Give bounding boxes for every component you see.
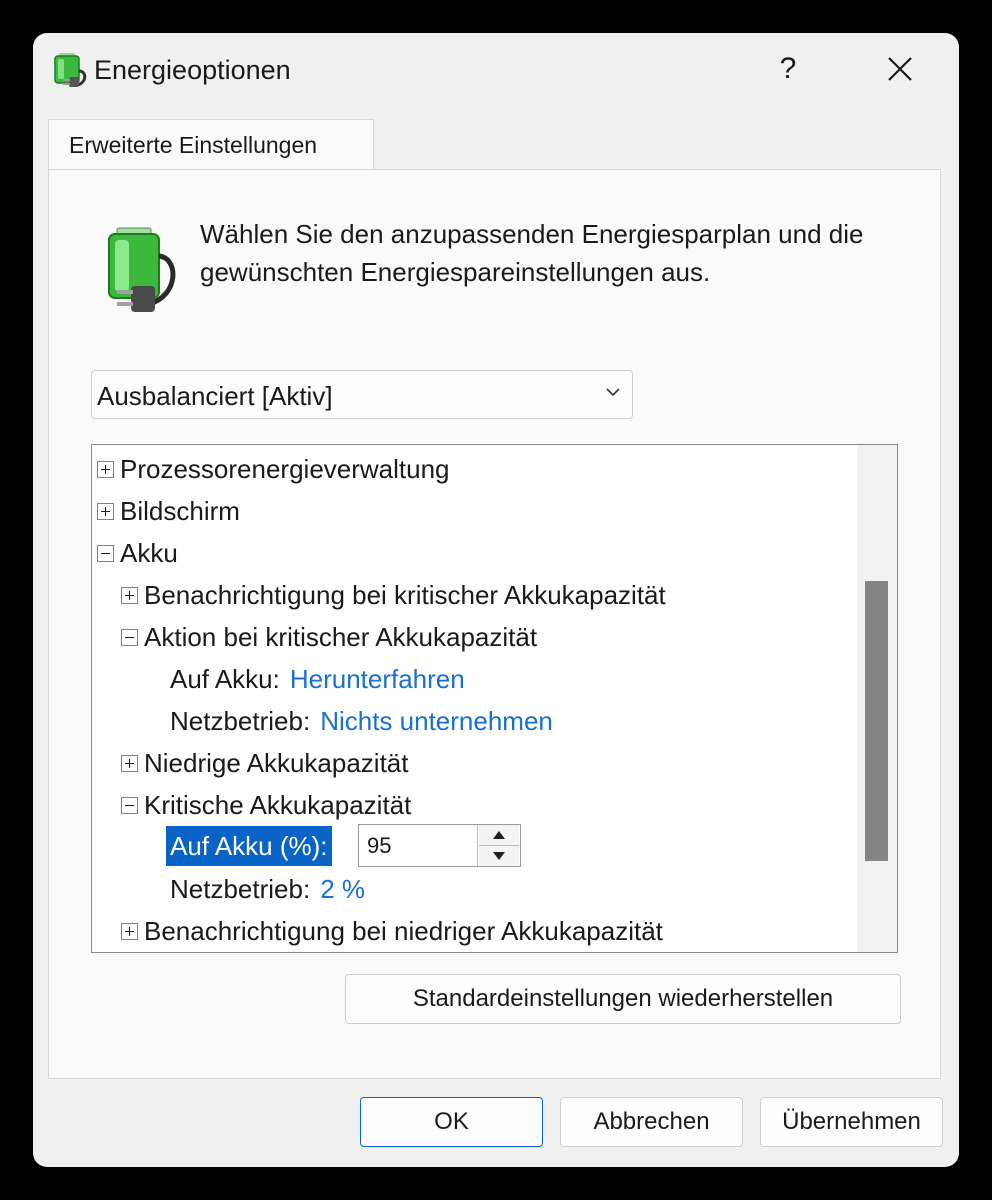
tree-item-low-notification[interactable]: Benachrichtigung bei niedriger Akkukapaz… — [121, 911, 663, 951]
setting-row-on-battery-action: Auf Akku: Herunterfahren — [170, 659, 465, 699]
collapse-icon[interactable] — [121, 628, 138, 646]
setting-label: Netzbetrieb: — [170, 705, 311, 736]
apply-button[interactable]: Übernehmen — [760, 1097, 943, 1147]
triangle-up-icon — [493, 831, 505, 839]
collapse-icon[interactable] — [97, 544, 114, 562]
chevron-down-icon — [606, 388, 620, 397]
setting-row-plugged-in-action: Netzbetrieb: Nichts unternehmen — [170, 701, 553, 741]
tree-item-processor[interactable]: Prozessorenergieverwaltung — [97, 449, 450, 489]
setting-value-link[interactable]: 2 % — [320, 874, 365, 905]
tree-item-label: Benachrichtigung bei niedriger Akkukapaz… — [144, 915, 663, 946]
title-bar: Energieoptionen ? — [33, 33, 959, 107]
settings-tree[interactable]: Prozessorenergieverwaltung Bildschirm Ak… — [91, 444, 898, 953]
expand-icon[interactable] — [121, 586, 138, 604]
restore-defaults-button[interactable]: Standardeinstellungen wiederherstellen — [345, 974, 901, 1024]
tree-item-critical-notification[interactable]: Benachrichtigung bei kritischer Akkukapa… — [121, 575, 666, 615]
tree-item-battery[interactable]: Akku — [97, 533, 178, 573]
spinner-down-button[interactable] — [479, 846, 519, 866]
collapse-icon[interactable] — [121, 796, 138, 814]
setting-value-link[interactable]: Nichts unternehmen — [320, 706, 553, 737]
tree-item-label: Akku — [120, 537, 178, 568]
expand-icon[interactable] — [121, 754, 138, 772]
tree-item-label: Prozessorenergieverwaltung — [120, 453, 450, 484]
close-button[interactable] — [870, 47, 930, 91]
help-button[interactable]: ? — [758, 47, 818, 91]
setting-label: Netzbetrieb: — [170, 873, 311, 904]
expand-icon[interactable] — [121, 922, 138, 940]
tree-item-critical-battery-level[interactable]: Kritische Akkukapazität — [121, 785, 411, 825]
expand-icon[interactable] — [97, 460, 114, 478]
expand-icon[interactable] — [97, 502, 114, 520]
tree-item-critical-action[interactable]: Aktion bei kritischer Akkukapazität — [121, 617, 537, 657]
tree-item-label: Kritische Akkukapazität — [144, 789, 412, 820]
scrollbar-thumb[interactable] — [865, 581, 888, 861]
close-icon — [888, 57, 912, 81]
settings-panel: Wählen Sie den anzupassenden Energiespar… — [48, 169, 941, 1079]
tree-item-display[interactable]: Bildschirm — [97, 491, 240, 531]
description-text: Wählen Sie den anzupassenden Energiespar… — [200, 219, 864, 287]
setting-label: Auf Akku: — [170, 663, 280, 694]
cancel-button[interactable]: Abbrechen — [560, 1097, 743, 1147]
tree-item-label: Niedrige Akkukapazität — [144, 747, 409, 778]
power-plan-select[interactable]: Ausbalanciert [Aktiv] — [91, 370, 633, 419]
window-title: Energieoptionen — [94, 55, 291, 85]
setting-row-on-battery-percent: Auf Akku (%): — [166, 826, 332, 866]
triangle-down-icon — [493, 852, 505, 860]
power-options-dialog: Energieoptionen ? Erweiterte Einstellung… — [33, 33, 959, 1167]
battery-plug-icon — [54, 53, 87, 87]
tab-advanced-settings[interactable]: Erweiterte Einstellungen — [48, 119, 374, 171]
power-plan-value: Ausbalanciert [Aktiv] — [97, 381, 333, 411]
setting-row-plugged-in-percent: Netzbetrieb: 2 % — [170, 869, 365, 909]
ok-button[interactable]: OK — [360, 1097, 543, 1147]
battery-plug-icon — [108, 227, 176, 312]
tree-item-label: Bildschirm — [120, 495, 240, 526]
spinner-up-button[interactable] — [479, 825, 519, 846]
tree-item-label: Aktion bei kritischer Akkukapazität — [144, 621, 538, 652]
setting-value-link[interactable]: Herunterfahren — [290, 664, 465, 695]
spinner-arrows — [477, 825, 520, 866]
tree-item-low-battery-level[interactable]: Niedrige Akkukapazität — [121, 743, 408, 783]
spinner-value[interactable]: 95 — [367, 833, 391, 859]
tree-scrollbar[interactable] — [857, 445, 897, 952]
selected-setting-label: Auf Akku (%): — [166, 826, 332, 866]
tree-item-label: Benachrichtigung bei kritischer Akkukapa… — [144, 579, 666, 610]
percent-spinner[interactable]: 95 — [358, 824, 521, 867]
